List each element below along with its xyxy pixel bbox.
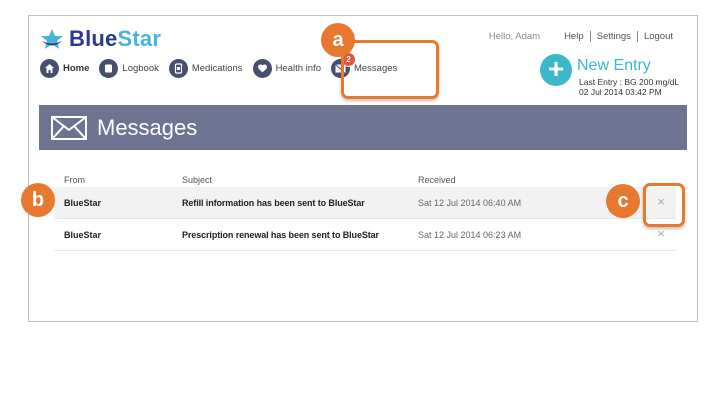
messages-table: From Subject Received BlueStar Refill in… [54,172,676,251]
heart-icon [252,59,272,78]
nav-item-label: Medications [191,63,243,74]
nav-item-label: Health info [275,63,321,74]
callout-a: a [321,23,355,57]
nav-item-health-info[interactable]: Health info [252,59,321,78]
star-logo-icon [41,29,63,49]
top-nav: Hello, Adam Help Settings Logout [489,31,679,42]
callout-b: b [21,183,55,217]
nav-item-label: Home [63,63,90,74]
table-row[interactable]: BlueStar Prescription renewal has been s… [54,219,676,251]
column-header-subject[interactable]: Subject [182,175,212,185]
nav-item-medications[interactable]: Medications [168,59,243,78]
message-subject[interactable]: Prescription renewal has been sent to Bl… [182,230,379,240]
message-from: BlueStar [64,230,102,240]
last-entry-time: 02 Jul 2014 03:42 PM [579,87,662,97]
nav-item-logbook[interactable]: Logbook [99,59,159,78]
delete-icon[interactable]: × [654,227,668,241]
home-icon [40,59,59,78]
new-entry-title: New Entry [577,57,651,74]
help-link[interactable]: Help [558,31,590,42]
column-header-from[interactable]: From [64,175,85,185]
message-from: BlueStar [64,198,102,208]
page-title: Messages [97,114,198,140]
envelope-icon [51,115,87,140]
last-entry-info: Last Entry : BG 200 mg/dL 02 Jul 2014 03… [579,77,679,97]
delete-highlight-box [643,183,685,227]
page-banner: Messages [39,105,687,150]
message-received: Sat 12 Jul 2014 06:40 AM [418,198,522,208]
new-entry-button[interactable]: + New Entry Last Entry : BG 200 mg/dL 02… [540,54,690,100]
last-entry-text: Last Entry : BG 200 mg/dL [579,77,680,87]
settings-link[interactable]: Settings [589,31,637,42]
column-header-received[interactable]: Received [418,175,456,185]
brand-name: BlueStar [69,26,162,51]
message-received: Sat 12 Jul 2014 06:23 AM [418,230,522,240]
table-row[interactable]: BlueStar Refill information has been sen… [54,187,676,219]
nav-item-home[interactable]: Home [40,59,89,78]
plus-icon: + [540,54,572,86]
message-subject[interactable]: Refill information has been sent to Blue… [182,198,365,208]
logout-link[interactable]: Logout [636,31,679,42]
bluestar-logo[interactable]: BlueStar [39,25,161,53]
table-header: From Subject Received [54,172,676,187]
medications-icon [168,59,188,78]
greeting-text: Hello, Adam [488,31,541,42]
messages-highlight-box [341,40,439,99]
nav-item-label: Logbook [122,63,159,74]
callout-c: c [606,184,640,218]
logbook-icon [99,59,119,78]
